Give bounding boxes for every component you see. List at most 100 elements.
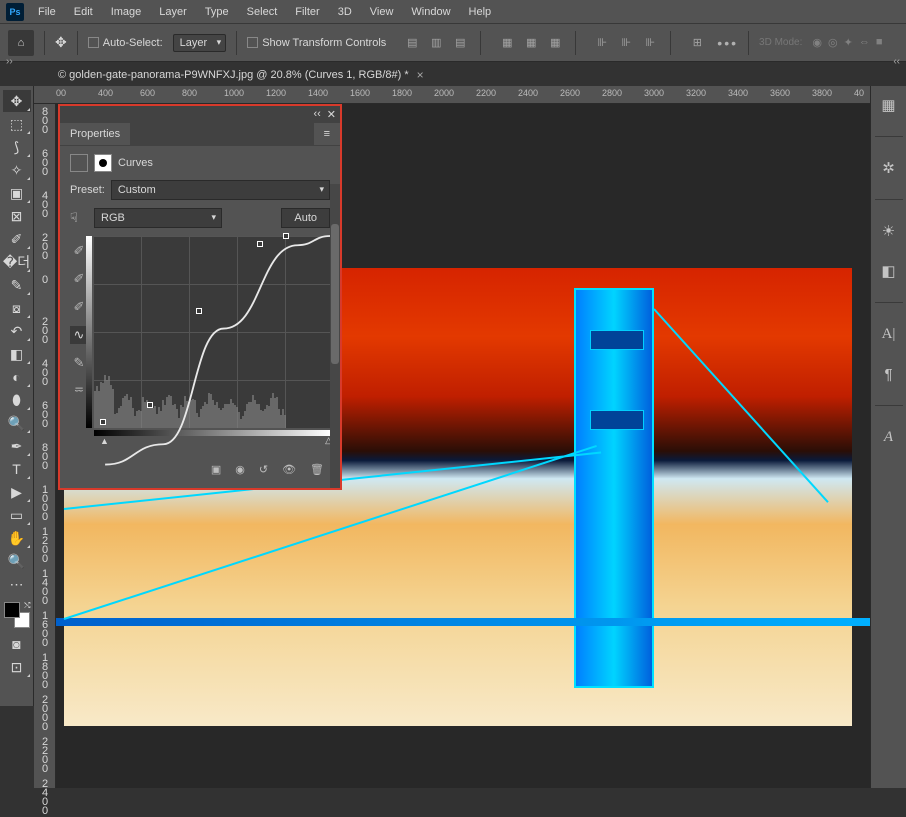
curves-adjustment-icon[interactable] (70, 154, 88, 172)
auto-select-checkbox[interactable]: Auto-Select: (88, 37, 163, 49)
foreground-color[interactable] (4, 602, 20, 618)
expand-panels-right-icon[interactable]: ‹‹ (893, 56, 900, 67)
magic-wand-tool[interactable]: ✧ (3, 159, 31, 181)
gradient-tool[interactable]: ◐ (3, 366, 31, 388)
close-tab-icon[interactable]: × (417, 68, 424, 82)
adjustments-panel-icon[interactable]: ☀ (878, 220, 900, 242)
color-swatches[interactable]: ⤭ (4, 602, 30, 628)
view-previous-icon[interactable]: ◉ (235, 463, 245, 476)
app-logo[interactable]: Ps (6, 3, 24, 21)
quick-mask-tool[interactable]: ◙ (3, 633, 31, 655)
styles-panel-icon[interactable]: ◧ (878, 260, 900, 282)
menu-filter[interactable]: Filter (287, 3, 327, 21)
curve-point[interactable] (100, 419, 106, 425)
zoom-3d-icon[interactable]: ■ (876, 36, 883, 49)
ruler-tick: 2600 (560, 88, 580, 98)
home-button[interactable]: ⌂ (8, 30, 34, 56)
targeted-adjustment-icon[interactable]: ☟ (70, 210, 88, 226)
menu-image[interactable]: Image (103, 3, 150, 21)
swap-colors-icon[interactable]: ⤭ (24, 601, 30, 611)
properties-tab[interactable]: Properties (60, 123, 130, 145)
preset-dropdown[interactable]: Custom (111, 180, 330, 200)
align-center-v-icon[interactable]: ▦ (521, 33, 541, 53)
healing-brush-tool[interactable]: �더 (3, 251, 31, 273)
curve-point[interactable] (257, 241, 263, 247)
menu-window[interactable]: Window (403, 3, 458, 21)
curve-point[interactable] (196, 308, 202, 314)
align-center-h-icon[interactable]: ▥ (426, 33, 446, 53)
menu-view[interactable]: View (362, 3, 402, 21)
marquee-tool[interactable]: ⬚ (3, 113, 31, 135)
lasso-tool[interactable]: ⟆ (3, 136, 31, 158)
align-top-icon[interactable]: ▦ (497, 33, 517, 53)
channel-dropdown[interactable]: RGB (94, 208, 222, 228)
paragraph-panel-icon[interactable]: ¶ (878, 363, 900, 385)
type-tool[interactable]: T (3, 458, 31, 480)
reset-icon[interactable]: ↺ (259, 463, 268, 476)
menu-layer[interactable]: Layer (151, 3, 195, 21)
hand-tool[interactable]: ✋ (3, 527, 31, 549)
menu-select[interactable]: Select (239, 3, 286, 21)
curves-graph[interactable]: ▲ △ (94, 236, 330, 428)
document-tab[interactable]: © golden-gate-panorama-P9WNFXJ.jpg @ 20.… (50, 64, 432, 86)
align-edges-icon[interactable]: ⊞ (687, 33, 707, 53)
menu-edit[interactable]: Edit (66, 3, 101, 21)
show-transform-checkbox[interactable]: Show Transform Controls (247, 37, 386, 49)
glyphs-panel-icon[interactable]: A (878, 426, 900, 448)
collapse-panel-icon[interactable]: ‹‹ (313, 108, 320, 120)
ruler-vertical[interactable]: 8006004002000200400600800100012001400160… (34, 104, 56, 788)
pan-3d-icon[interactable]: ✦ (844, 36, 853, 49)
align-right-icon[interactable]: ▤ (450, 33, 470, 53)
distribute-v-icon[interactable]: ⊪ (616, 33, 636, 53)
zoom-tool[interactable]: 🔍 (3, 550, 31, 572)
black-point-slider[interactable]: ▲ (100, 436, 109, 446)
eyedropper-tool[interactable]: ✐ (3, 228, 31, 250)
close-panel-icon[interactable]: ✕ (327, 108, 336, 121)
more-options-icon[interactable]: ••• (717, 35, 738, 51)
align-left-icon[interactable]: ▤ (402, 33, 422, 53)
shape-tool[interactable]: ▭ (3, 504, 31, 526)
layer-mask-icon[interactable] (94, 154, 112, 172)
path-selection-tool[interactable]: ▶ (3, 481, 31, 503)
curve-point[interactable] (147, 402, 153, 408)
slide-3d-icon[interactable]: ⇔ (859, 36, 870, 49)
move-tool-icon[interactable]: ✥ (55, 34, 67, 51)
frame-tool[interactable]: ⊠ (3, 205, 31, 227)
curve-point[interactable] (283, 233, 289, 239)
edit-toolbar[interactable]: ⋯ (3, 573, 31, 595)
menu-file[interactable]: File (30, 3, 64, 21)
panel-menu-icon[interactable]: ≡ (314, 123, 340, 145)
distribute-h-icon[interactable]: ⊪ (592, 33, 612, 53)
layer-dropdown[interactable]: Layer (173, 34, 227, 52)
menu-type[interactable]: Type (197, 3, 237, 21)
menu-3d[interactable]: 3D (330, 3, 360, 21)
brush-tool[interactable]: ✎ (3, 274, 31, 296)
crop-tool[interactable]: ▣ (3, 182, 31, 204)
ruler-tick: 3600 (770, 88, 790, 98)
ruler-horizontal[interactable]: 0040060080010001200140016001800200022002… (34, 86, 870, 104)
eraser-tool[interactable]: ◧ (3, 343, 31, 365)
align-bottom-icon[interactable]: ▦ (545, 33, 565, 53)
auto-button[interactable]: Auto (281, 208, 330, 228)
screen-mode-tool[interactable]: ⊡ (3, 656, 31, 678)
curve-line[interactable] (94, 236, 330, 472)
blur-tool[interactable]: ⬮ (3, 389, 31, 411)
orbit-3d-icon[interactable]: ◉ (812, 36, 822, 49)
menu-help[interactable]: Help (461, 3, 500, 21)
panel-scrollbar[interactable] (330, 184, 340, 488)
move-tool[interactable]: ✥ (3, 90, 31, 112)
pen-tool[interactable]: ✒ (3, 435, 31, 457)
dodge-tool[interactable]: 🔍 (3, 412, 31, 434)
roll-3d-icon[interactable]: ◎ (828, 36, 838, 49)
expand-panels-left-icon[interactable]: ›› (6, 56, 13, 67)
history-brush-tool[interactable]: ↶ (3, 320, 31, 342)
ruler-tick: 2000 (434, 88, 454, 98)
delete-adjustment-icon[interactable]: 🗑 (310, 463, 324, 476)
distribute-spacing-icon[interactable]: ⊪ (640, 33, 660, 53)
clone-stamp-tool[interactable]: ⧇ (3, 297, 31, 319)
toggle-visibility-icon[interactable]: 👁 (282, 463, 296, 476)
clip-to-layer-icon[interactable]: ▣ (211, 463, 221, 476)
color-panel-icon[interactable]: ✲ (878, 157, 900, 179)
panel-collapse-icon[interactable]: ▦ (878, 94, 900, 116)
character-panel-icon[interactable]: A| (878, 323, 900, 345)
